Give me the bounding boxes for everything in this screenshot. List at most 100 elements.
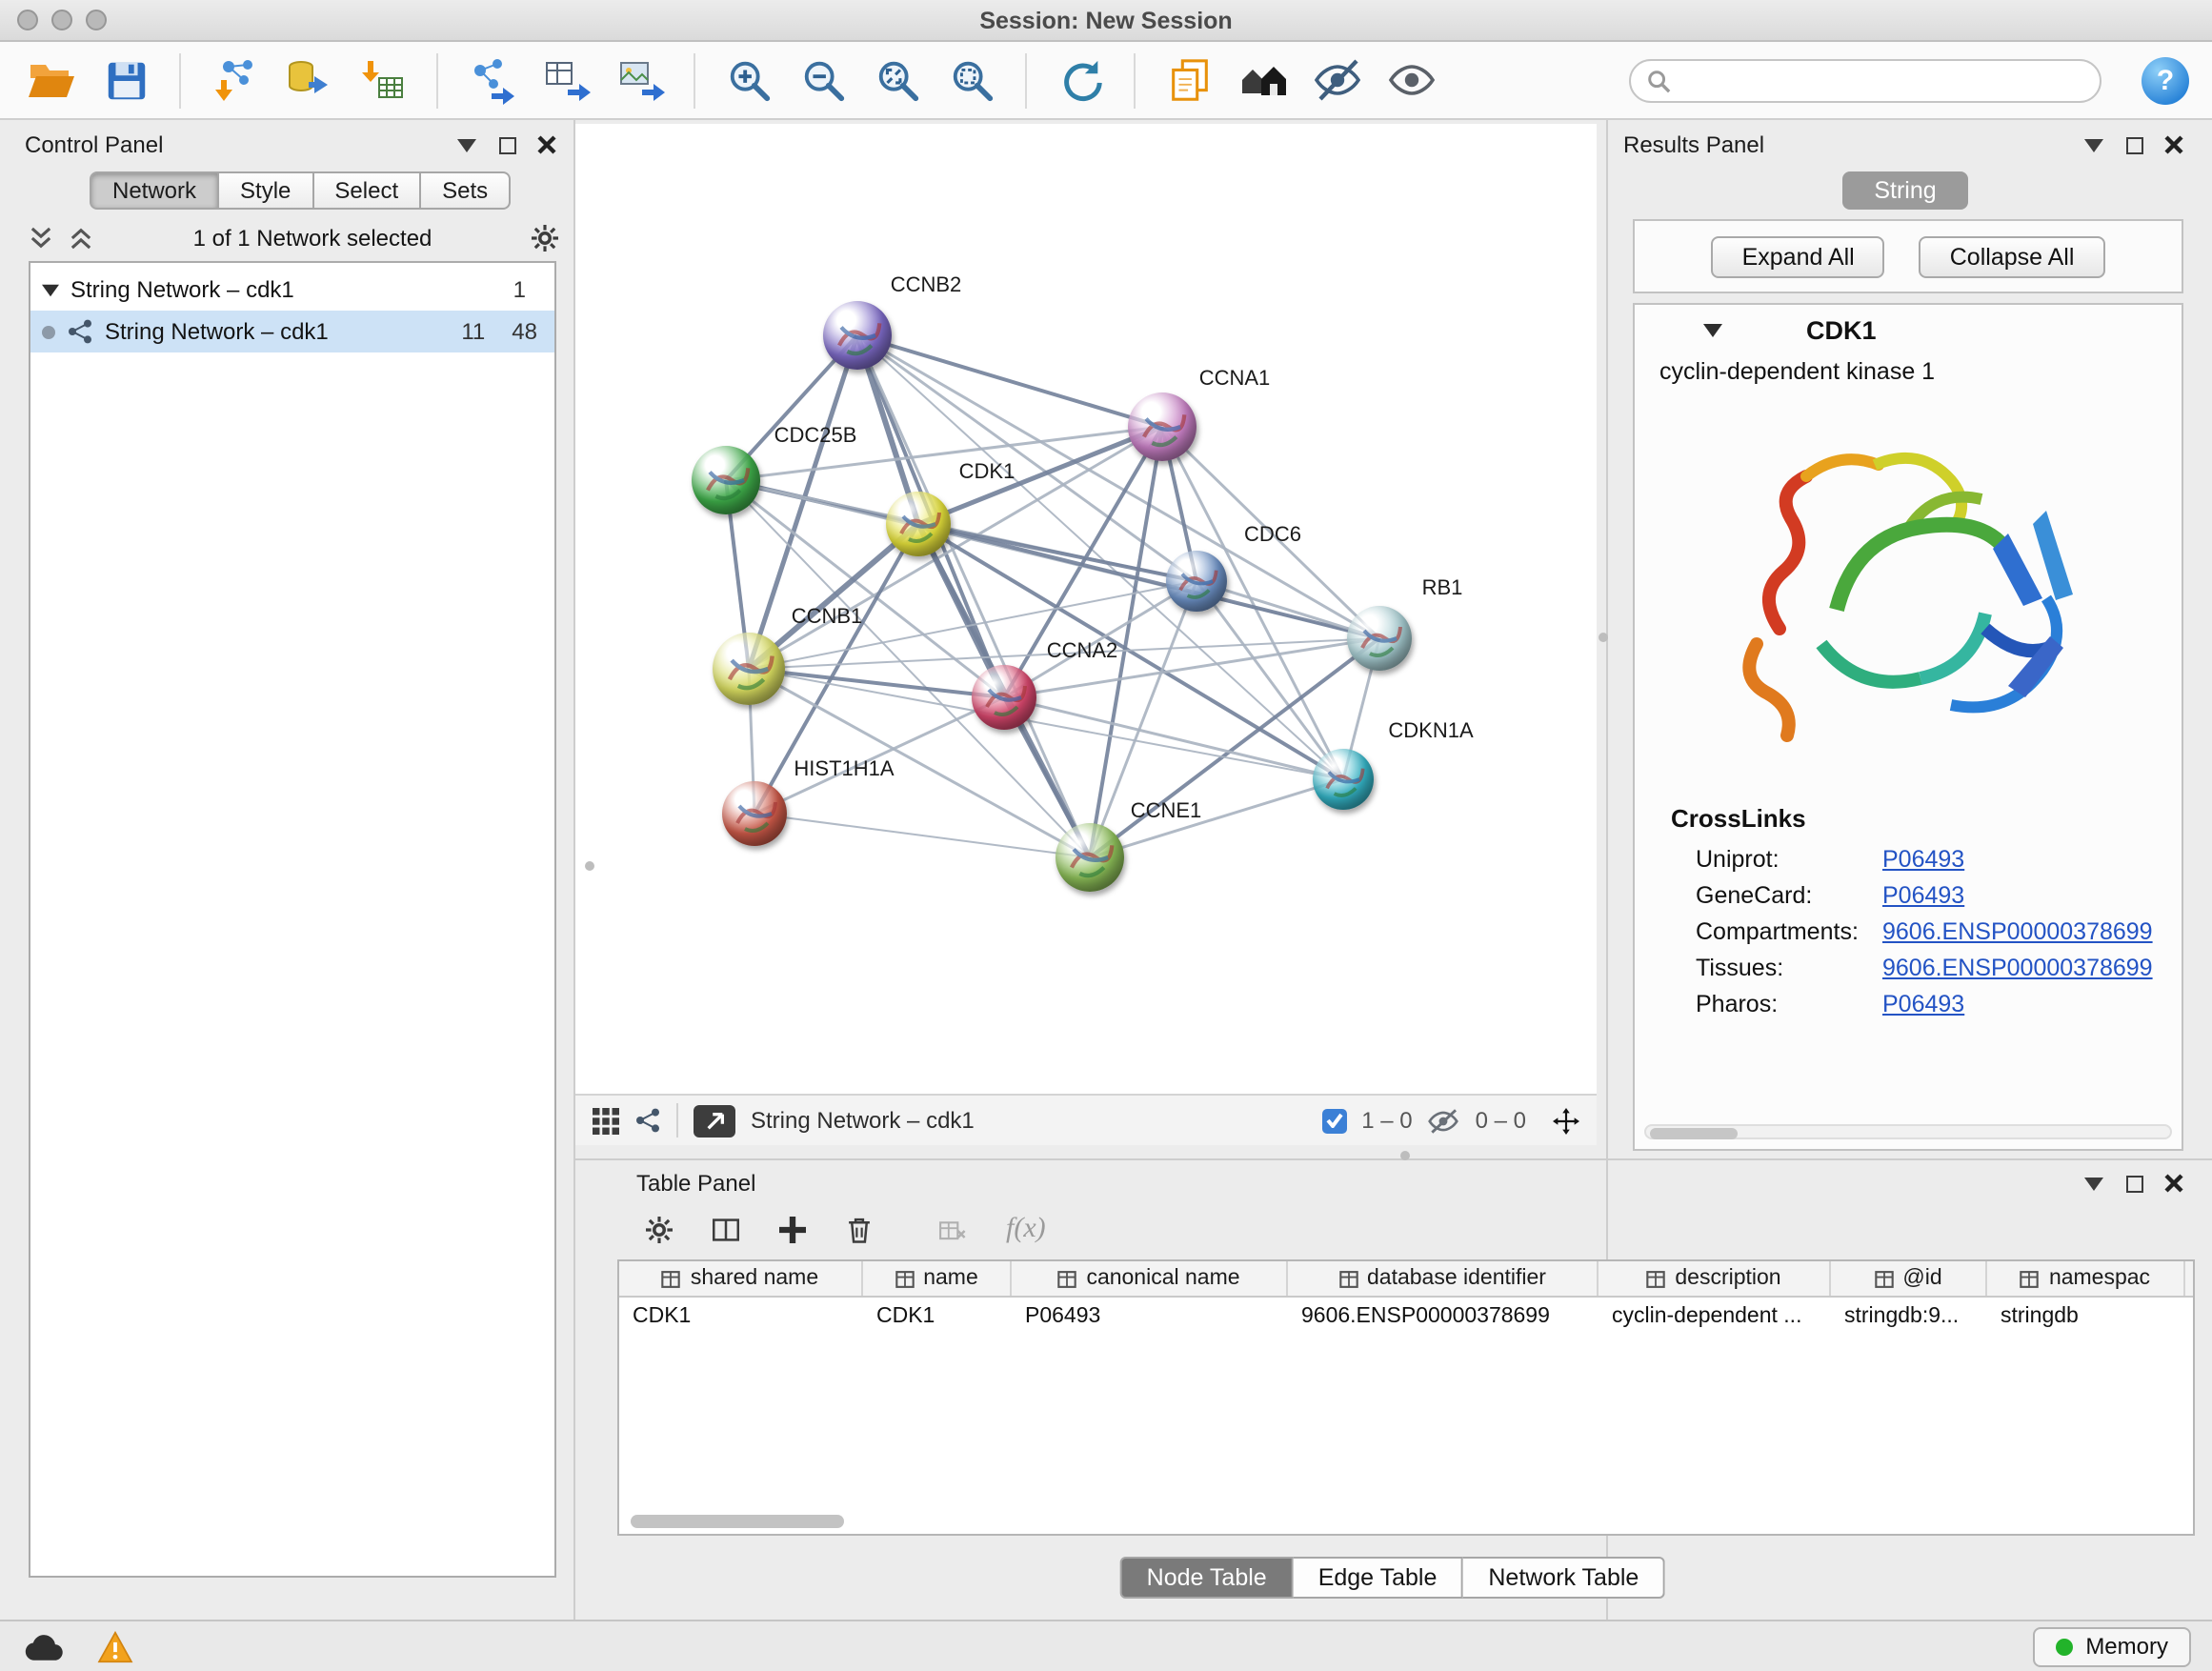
column-header-description[interactable]: description bbox=[1599, 1261, 1831, 1296]
import-table-from-file-button[interactable] bbox=[354, 51, 412, 109]
copy-document-button[interactable] bbox=[1160, 51, 1217, 109]
expand-all-button[interactable]: Expand All bbox=[1712, 235, 1885, 277]
crosslink-tissues-link[interactable]: 9606.ENSP00000378699 bbox=[1882, 954, 2153, 980]
table-cell: 9606.ENSP00000378699 bbox=[1288, 1298, 1599, 1334]
network-view-mode-button[interactable] bbox=[634, 1107, 661, 1134]
tab-edge-table[interactable]: Edge Table bbox=[1294, 1557, 1464, 1599]
network-canvas[interactable]: CCNB2CCNA1CDC25BCDK1CDC6RB1CCNB1CCNA2CDK… bbox=[575, 124, 1597, 1094]
network-node-CCNA2[interactable] bbox=[972, 665, 1036, 730]
panel-menu-button[interactable] bbox=[453, 131, 480, 158]
close-window-button[interactable] bbox=[17, 10, 38, 30]
maximize-window-button[interactable] bbox=[86, 10, 107, 30]
network-node-CCNB2[interactable] bbox=[823, 301, 892, 370]
panel-menu-button[interactable] bbox=[2081, 131, 2107, 158]
function-builder-button[interactable]: f(x) bbox=[1006, 1214, 1046, 1246]
hide-selected-button[interactable] bbox=[1309, 51, 1366, 109]
column-header-@id[interactable]: @id bbox=[1831, 1261, 1987, 1296]
save-session-button[interactable] bbox=[97, 51, 154, 109]
warnings-button[interactable] bbox=[91, 1633, 137, 1660]
network-node-RB1[interactable] bbox=[1347, 606, 1412, 671]
network-node-CDK1[interactable] bbox=[886, 492, 951, 556]
column-header-database-identifier[interactable]: database identifier bbox=[1288, 1261, 1599, 1296]
panel-close-button[interactable] bbox=[2161, 131, 2187, 158]
splitter-handle[interactable] bbox=[1400, 1151, 1410, 1160]
delete-column-button[interactable] bbox=[846, 1217, 873, 1243]
tab-style[interactable]: Style bbox=[219, 171, 313, 210]
collapse-all-button[interactable]: Collapse All bbox=[1920, 235, 2105, 277]
panel-menu-button[interactable] bbox=[2081, 1170, 2107, 1197]
column-header-name[interactable]: name bbox=[863, 1261, 1012, 1296]
table-horizontal-scrollbar[interactable] bbox=[631, 1515, 844, 1528]
network-node-CCNE1[interactable] bbox=[1056, 823, 1124, 892]
export-table-button[interactable] bbox=[537, 51, 594, 109]
open-session-button[interactable] bbox=[23, 51, 80, 109]
table-panel-title: Table Panel bbox=[636, 1170, 755, 1197]
scrollbar-thumb[interactable] bbox=[1650, 1127, 1738, 1138]
export-network-button[interactable] bbox=[463, 51, 520, 109]
network-collection-row[interactable]: String Network – cdk1 1 bbox=[30, 269, 554, 311]
memory-button[interactable]: Memory bbox=[2032, 1626, 2191, 1666]
chevron-down-icon bbox=[2084, 1177, 2103, 1190]
show-columns-button[interactable] bbox=[713, 1217, 739, 1243]
collapse-protein-button[interactable] bbox=[1699, 317, 1726, 344]
column-header-canonical-name[interactable]: canonical name bbox=[1012, 1261, 1288, 1296]
home-button[interactable] bbox=[1235, 51, 1292, 109]
crosslink-pharos-link[interactable]: P06493 bbox=[1882, 990, 1964, 1017]
tab-string[interactable]: String bbox=[1842, 171, 1968, 210]
table-row[interactable]: CDK1CDK1P064939606.ENSP00000378699cyclin… bbox=[619, 1298, 2193, 1334]
collection-label: String Network – cdk1 bbox=[70, 276, 487, 303]
zoom-out-button[interactable] bbox=[794, 51, 852, 109]
tab-network-table[interactable]: Network Table bbox=[1463, 1557, 1665, 1599]
selected-checkbox[interactable] bbox=[1321, 1108, 1346, 1133]
results-scrollbar[interactable] bbox=[1644, 1124, 2172, 1139]
cloud-status-button[interactable] bbox=[21, 1633, 67, 1660]
column-header-namespac[interactable]: namespac bbox=[1987, 1261, 2185, 1296]
refresh-view-button[interactable] bbox=[1052, 51, 1109, 109]
crosslink-genecard-link[interactable]: P06493 bbox=[1882, 881, 1964, 908]
zoom-fit-button[interactable] bbox=[869, 51, 926, 109]
tab-select[interactable]: Select bbox=[313, 171, 421, 210]
show-all-button[interactable] bbox=[1383, 51, 1440, 109]
network-node-CDC6[interactable] bbox=[1166, 551, 1227, 612]
panel-float-button[interactable] bbox=[2121, 1170, 2147, 1197]
warning-icon bbox=[96, 1630, 132, 1662]
birds-eye-button[interactable] bbox=[593, 1107, 619, 1134]
node-label-CDKN1A: CDKN1A bbox=[1388, 720, 1473, 743]
crosslink-compartments-link[interactable]: 9606.ENSP00000378699 bbox=[1882, 917, 2153, 944]
panel-close-button[interactable] bbox=[2161, 1170, 2187, 1197]
tab-node-table[interactable]: Node Table bbox=[1120, 1557, 1294, 1599]
network-node-CCNA1[interactable] bbox=[1128, 393, 1196, 461]
detach-view-button[interactable] bbox=[694, 1104, 735, 1137]
splitter-handle[interactable] bbox=[1599, 633, 1608, 642]
create-column-button[interactable] bbox=[779, 1217, 806, 1243]
search-input[interactable] bbox=[1680, 67, 2084, 93]
minimize-window-button[interactable] bbox=[51, 10, 72, 30]
tab-sets[interactable]: Sets bbox=[421, 171, 511, 210]
export-table-icon bbox=[541, 55, 591, 105]
network-node-CDC25B[interactable] bbox=[692, 446, 760, 514]
zoom-selected-button[interactable] bbox=[943, 51, 1000, 109]
node-label-CCNB1: CCNB1 bbox=[792, 606, 863, 629]
network-row-selected[interactable]: String Network – cdk1 11 48 bbox=[30, 311, 554, 352]
collapse-tree-button[interactable] bbox=[67, 225, 93, 252]
import-network-from-file-button[interactable] bbox=[206, 51, 263, 109]
tab-network[interactable]: Network bbox=[90, 171, 219, 210]
table-options-button[interactable] bbox=[646, 1217, 673, 1243]
export-image-button[interactable] bbox=[612, 51, 669, 109]
import-network-from-database-button[interactable] bbox=[280, 51, 337, 109]
pan-mode-button[interactable] bbox=[1553, 1107, 1579, 1134]
network-node-CCNB1[interactable] bbox=[713, 633, 785, 705]
panel-float-button[interactable] bbox=[2121, 131, 2147, 158]
network-node-CDKN1A[interactable] bbox=[1313, 749, 1374, 810]
expand-tree-button[interactable] bbox=[27, 225, 53, 252]
crosslink-uniprot-link[interactable]: P06493 bbox=[1882, 845, 1964, 872]
panel-float-button[interactable] bbox=[493, 131, 520, 158]
help-button[interactable]: ? bbox=[2142, 56, 2189, 104]
network-options-button[interactable] bbox=[532, 225, 558, 252]
column-header-shared-name[interactable]: shared name bbox=[619, 1261, 863, 1296]
delete-table-button[interactable] bbox=[939, 1217, 966, 1243]
panel-close-button[interactable] bbox=[533, 131, 560, 158]
zoom-in-button[interactable] bbox=[720, 51, 777, 109]
network-node-HIST1H1A[interactable] bbox=[722, 781, 787, 846]
splitter-handle[interactable] bbox=[585, 861, 594, 871]
